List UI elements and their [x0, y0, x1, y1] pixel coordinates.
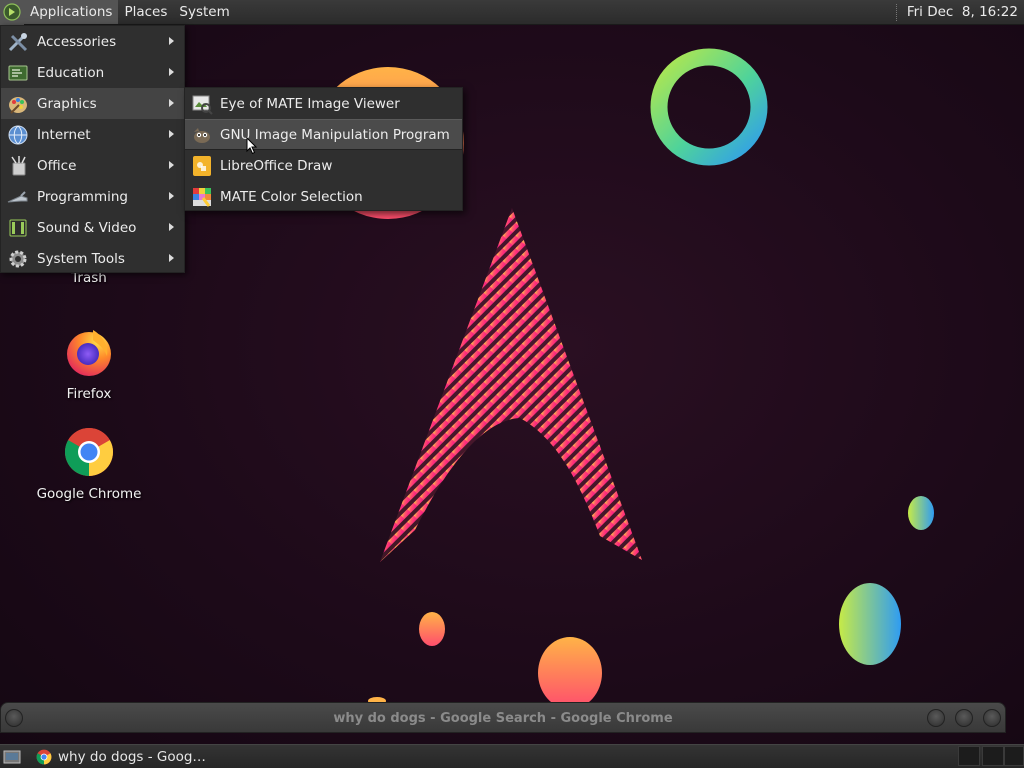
submenu-arrow-icon: [169, 161, 174, 169]
taskbar-item-label: why do dogs - Goog…: [58, 748, 206, 765]
mouse-cursor-icon: [246, 137, 258, 155]
show-desktop-icon: [3, 750, 21, 763]
menu-item-education[interactable]: Education: [1, 57, 184, 88]
clock-text: Fri Dec 8, 16:22: [906, 4, 1018, 20]
menu-item-label: Internet: [37, 126, 91, 143]
submenu-item-label: MATE Color Selection: [220, 188, 363, 205]
firefox-icon: [67, 330, 111, 376]
menu-item-label: Graphics: [37, 95, 97, 112]
desktop-icon-label: Firefox: [66, 386, 112, 402]
graphics-icon: [7, 93, 29, 115]
gimp-icon: [191, 124, 213, 146]
libreoffice-draw-icon: [191, 155, 213, 177]
desktop-icon-firefox[interactable]: Firefox: [29, 326, 149, 402]
submenu-arrow-icon: [169, 254, 174, 262]
submenu-arrow-icon: [169, 37, 174, 45]
panel-menu-bar: Applications Places System: [0, 0, 236, 25]
submenu-arrow-icon: [169, 223, 174, 231]
workspace-switcher-1[interactable]: [958, 746, 980, 766]
bottom-panel: why do dogs - Goog…: [0, 744, 1024, 768]
image-viewer-icon: [191, 93, 213, 115]
menu-item-label: Accessories: [37, 33, 117, 50]
menu-item-office[interactable]: Office: [1, 150, 184, 181]
accessories-icon: [7, 31, 29, 53]
system-menu[interactable]: System: [173, 0, 235, 24]
submenu-arrow-icon: [169, 68, 174, 76]
distro-logo-icon[interactable]: [0, 0, 24, 25]
menu-item-label: Education: [37, 64, 105, 81]
programming-icon: [7, 186, 29, 208]
places-menu[interactable]: Places: [118, 0, 173, 24]
graphics-submenu: Eye of MATE Image Viewer GNU Image Manip…: [184, 87, 463, 211]
menu-item-programming[interactable]: Programming: [1, 181, 184, 212]
submenu-item-image-viewer[interactable]: Eye of MATE Image Viewer: [185, 88, 462, 119]
desktop-icon-label: Google Chrome: [36, 486, 142, 502]
maximize-button[interactable]: [955, 709, 973, 727]
menu-item-label: Sound & Video: [37, 219, 137, 236]
workspace-switcher-3[interactable]: [1004, 746, 1024, 766]
submenu-item-label: LibreOffice Draw: [220, 157, 333, 174]
submenu-arrow-icon: [169, 130, 174, 138]
applications-menu-dropdown: Accessories Education Graphics Internet …: [0, 25, 185, 273]
panel-separator: [895, 3, 898, 21]
chrome-icon: [36, 749, 52, 764]
submenu-item-libreoffice-draw[interactable]: LibreOffice Draw: [185, 150, 462, 181]
menu-item-accessories[interactable]: Accessories: [1, 26, 184, 57]
chrome-icon: [64, 427, 114, 476]
menu-item-label: Office: [37, 157, 77, 174]
menu-item-system-tools[interactable]: System Tools: [1, 243, 184, 274]
menu-item-label: Programming: [37, 188, 128, 205]
close-button[interactable]: [983, 709, 1001, 727]
window-title: why do dogs - Google Search - Google Chr…: [333, 711, 673, 726]
chrome-window-titlebar[interactable]: why do dogs - Google Search - Google Chr…: [0, 702, 1006, 733]
menu-item-internet[interactable]: Internet: [1, 119, 184, 150]
desktop-icon-chrome[interactable]: Google Chrome: [29, 426, 149, 502]
menu-item-sound-video[interactable]: Sound & Video: [1, 212, 184, 243]
applications-menu[interactable]: Applications: [24, 0, 119, 24]
submenu-arrow-icon: [169, 192, 174, 200]
office-icon: [7, 155, 29, 177]
submenu-arrow-icon: [169, 99, 174, 107]
submenu-item-color-selection[interactable]: MATE Color Selection: [185, 181, 462, 212]
show-desktop-button[interactable]: [0, 745, 24, 768]
top-panel: Applications Places System Fri Dec 8, 16…: [0, 0, 1024, 25]
taskbar-item-chrome[interactable]: why do dogs - Goog…: [30, 745, 230, 768]
color-selection-icon: [191, 186, 213, 208]
minimize-button[interactable]: [927, 709, 945, 727]
clock-applet[interactable]: Fri Dec 8, 16:22: [895, 0, 1024, 24]
menu-item-label: System Tools: [37, 250, 125, 267]
submenu-item-gimp[interactable]: GNU Image Manipulation Program: [185, 119, 462, 150]
menu-item-graphics[interactable]: Graphics: [1, 88, 184, 119]
sound-video-icon: [7, 217, 29, 239]
education-icon: [7, 62, 29, 84]
system-tools-icon: [7, 248, 29, 270]
submenu-item-label: Eye of MATE Image Viewer: [220, 95, 400, 112]
workspace-switcher-2[interactable]: [982, 746, 1004, 766]
internet-icon: [7, 124, 29, 146]
